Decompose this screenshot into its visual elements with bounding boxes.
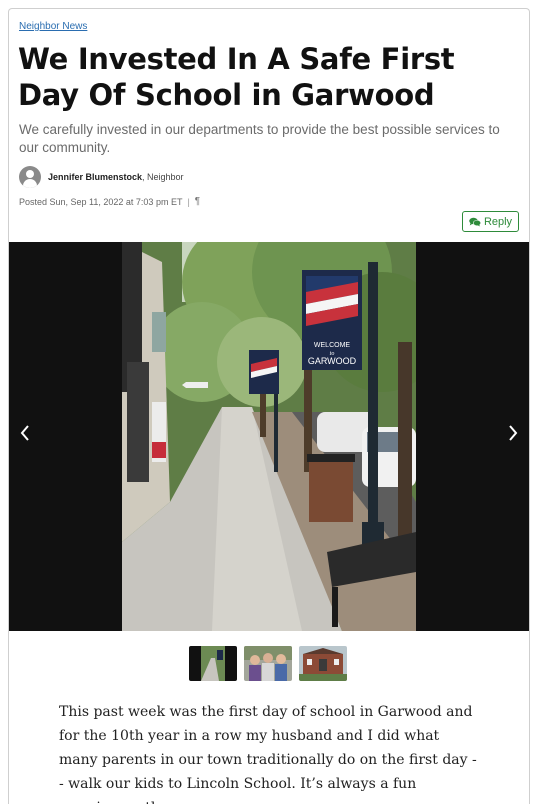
posted-date: Posted Sun, Sep 11, 2022 at 7:03 pm ET xyxy=(19,196,183,207)
pilcrow-icon[interactable]: ¶ xyxy=(195,196,200,207)
article-body: This past week was the first day of scho… xyxy=(59,704,477,804)
thumbnail-building[interactable] xyxy=(299,646,347,681)
banner-welcome-text: WELCOME xyxy=(314,342,351,349)
author-role: , Neighbor xyxy=(142,172,184,182)
author-row: Jennifer Blumenstock , Neighbor xyxy=(19,165,184,189)
street-photo: WELCOME to GARWOOD xyxy=(122,242,416,631)
gallery-photo[interactable]: WELCOME to GARWOOD xyxy=(122,242,416,631)
category-link[interactable]: Neighbor News xyxy=(19,21,87,32)
article-card: Neighbor News We Invested In A Safe Firs… xyxy=(8,8,530,804)
posted-line: Posted Sun, Sep 11, 2022 at 7:03 pm ET |… xyxy=(19,196,200,207)
avatar-icon[interactable] xyxy=(19,166,41,188)
gallery-prev-button[interactable] xyxy=(13,418,37,448)
chevron-right-icon xyxy=(509,425,518,441)
reply-button[interactable]: Reply xyxy=(462,211,519,232)
posted-separator: | xyxy=(187,196,190,207)
photo-gallery: WELCOME to GARWOOD xyxy=(9,242,529,631)
article-title: We Invested In A Safe First Day Of Schoo… xyxy=(18,42,455,112)
reply-label: Reply xyxy=(483,215,513,228)
gallery-thumbnails xyxy=(189,646,347,681)
gallery-next-button[interactable] xyxy=(501,418,525,448)
comments-icon xyxy=(469,217,481,226)
thumbnail-street[interactable] xyxy=(189,646,237,681)
author-name[interactable]: Jennifer Blumenstock xyxy=(48,172,142,182)
banner-garwood-text: GARWOOD xyxy=(308,356,357,366)
thumbnail-people[interactable] xyxy=(244,646,292,681)
article-subtitle: We carefully invested in our departments… xyxy=(19,122,500,155)
chevron-left-icon xyxy=(20,425,29,441)
